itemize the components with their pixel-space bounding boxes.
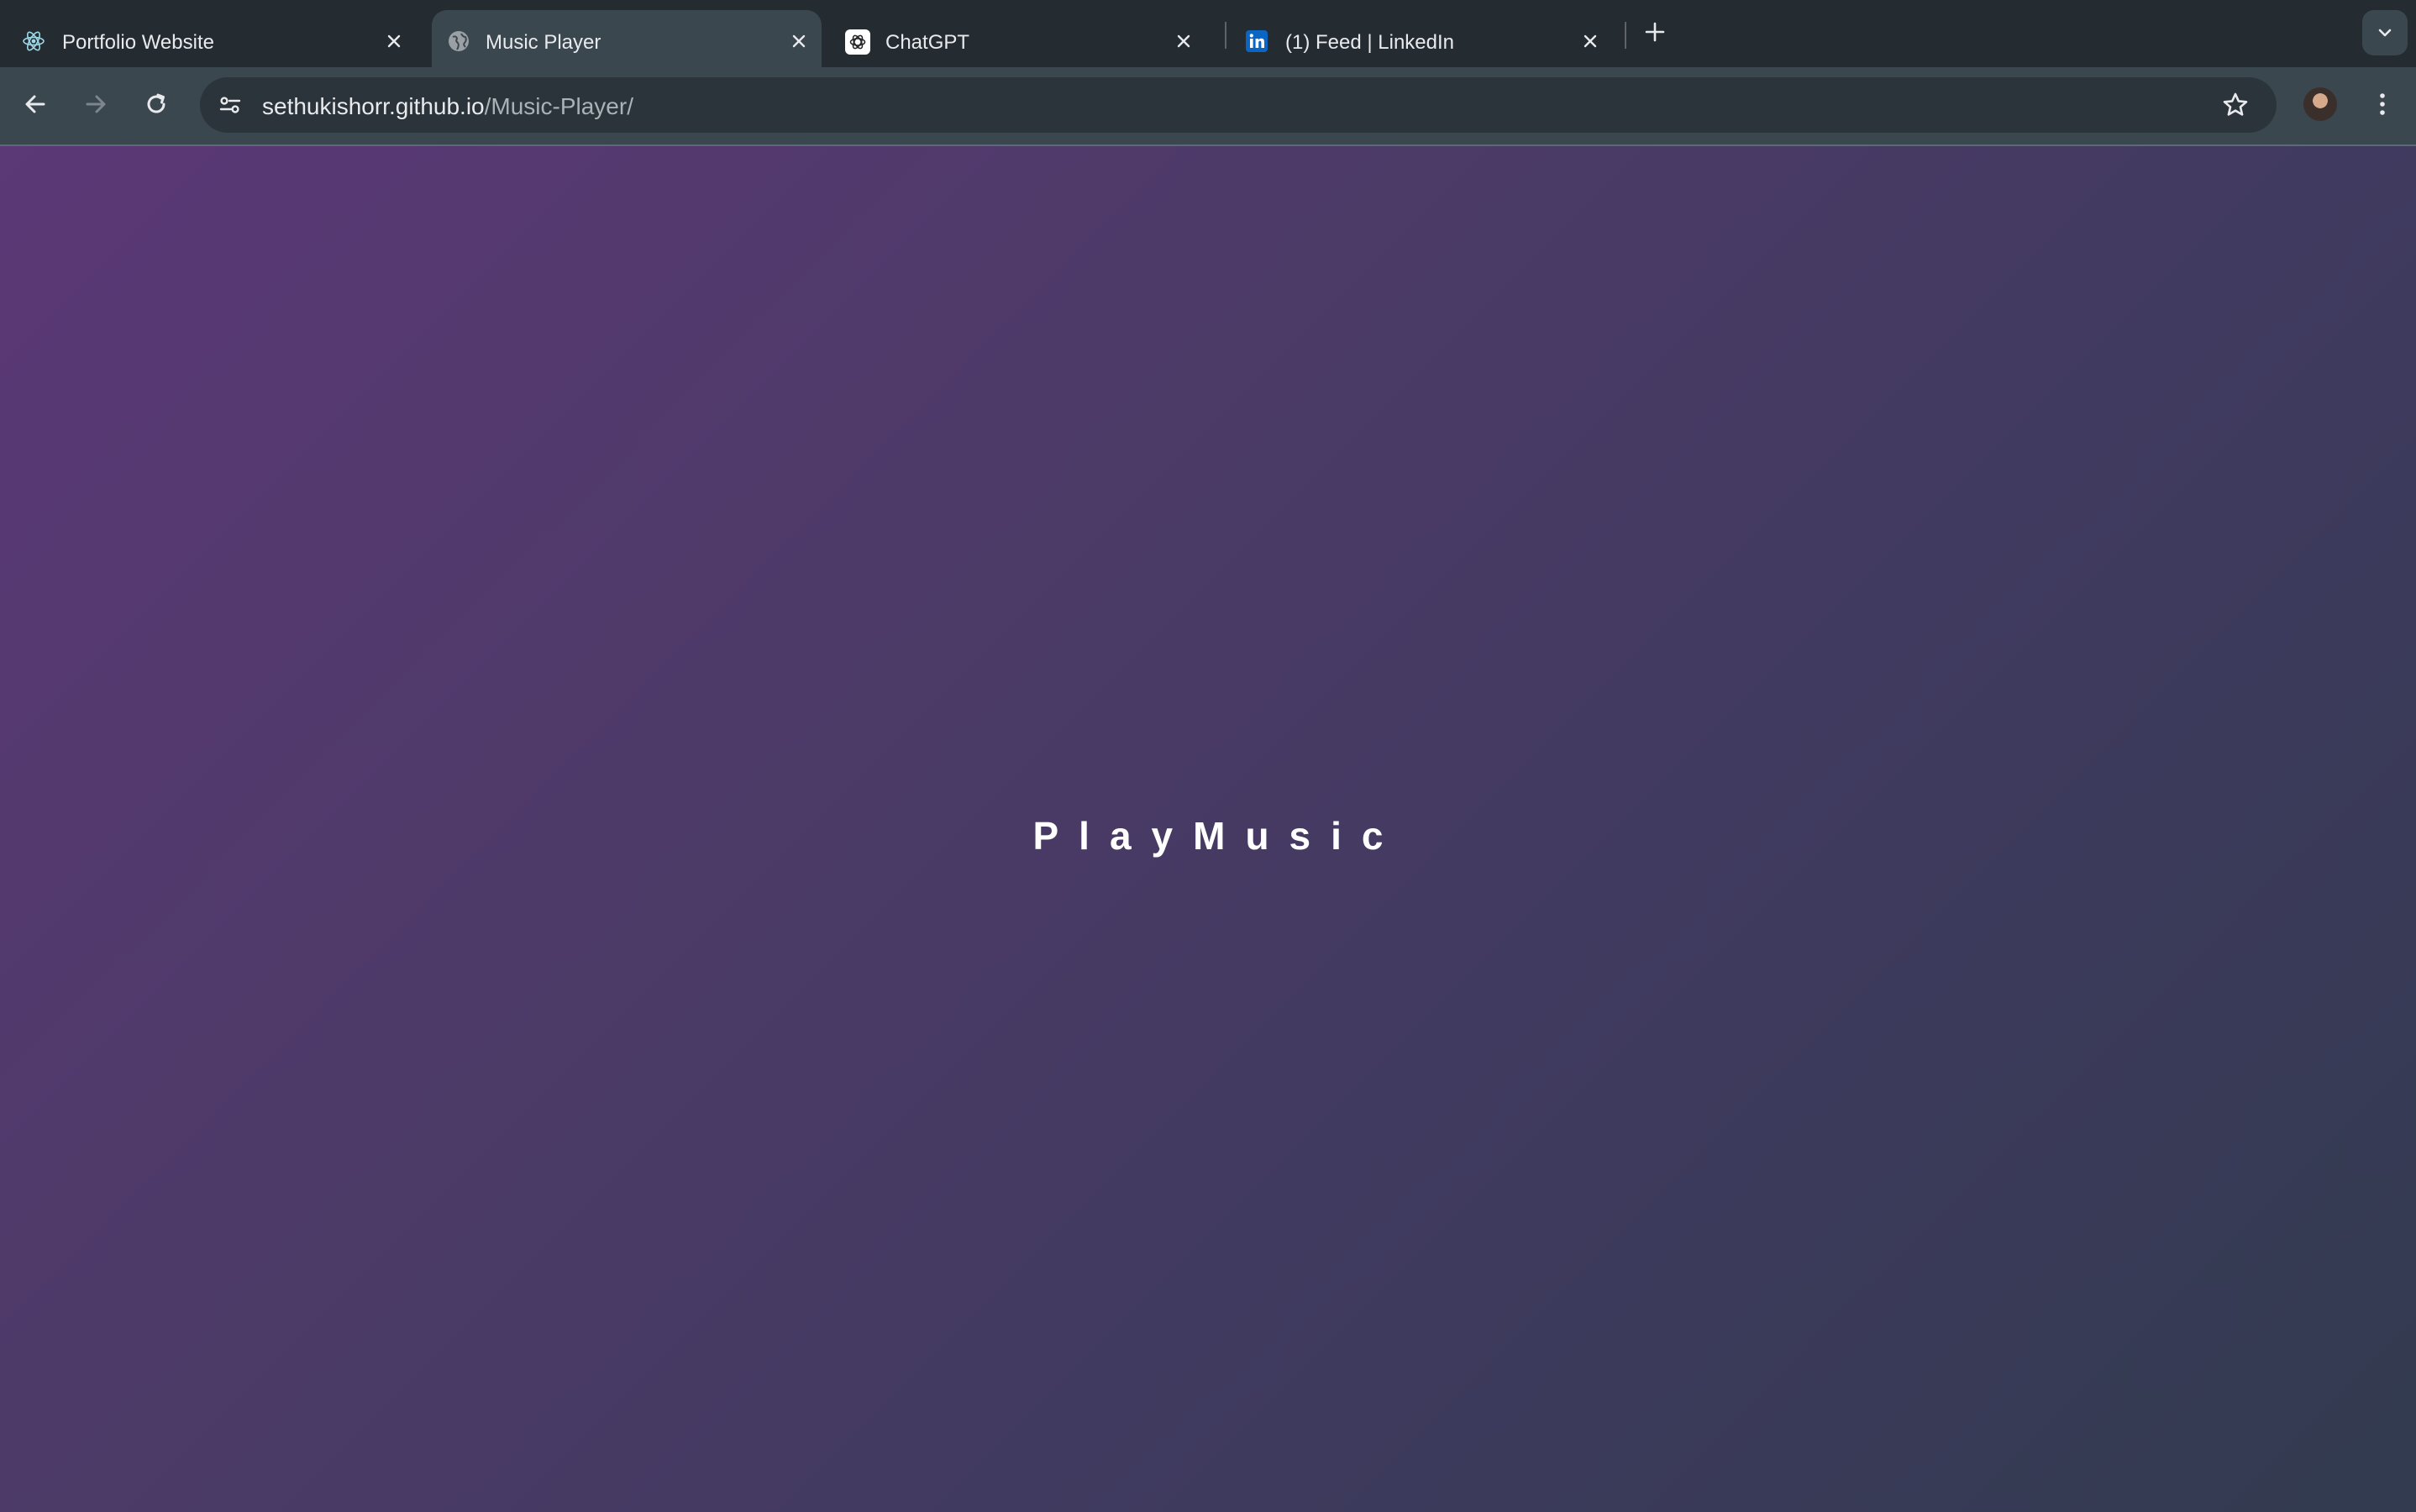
page-viewport: PlayMusic [0,146,2416,1512]
reload-icon [147,93,165,113]
url-text[interactable]: sethukishorr.github.io/Music-Player/ [262,93,633,120]
address-bar[interactable]: sethukishorr.github.io/Music-Player/ [200,77,2277,133]
chatgpt-icon [845,29,870,55]
tab-label: Portfolio Website [62,31,214,54]
browser-window: Portfolio Website Music Player ChatGPT (… [0,0,2416,1512]
url-host: sethukishorr.github.io [262,93,485,119]
url-path: /Music-Player/ [484,93,633,119]
plus-icon [1645,22,1665,42]
tab-label: Music Player [486,31,601,54]
chevron-down-icon [2378,29,2392,37]
close-icon[interactable] [1173,30,1195,52]
new-tab-button[interactable] [1641,18,1668,45]
app-title: PlayMusic [1032,814,1404,858]
tab-label: ChatGPT [885,31,970,54]
tab-search-button[interactable] [2362,10,2408,55]
tab-portfolio-website[interactable]: Portfolio Website [0,10,428,67]
tab-strip: Portfolio Website Music Player ChatGPT (… [0,0,2416,67]
linkedin-icon [1245,29,1268,53]
arrow-left-icon [25,95,45,113]
bookmark-star-icon[interactable] [2219,89,2251,121]
forward-button[interactable] [77,86,114,123]
close-icon[interactable] [1579,30,1601,52]
tab-chatgpt[interactable]: ChatGPT [823,10,1220,67]
close-icon[interactable] [788,30,810,52]
reload-button[interactable] [138,86,175,123]
react-icon [22,29,45,53]
tab-label: (1) Feed | LinkedIn [1285,31,1455,54]
arrow-right-icon [86,95,106,113]
browser-toolbar: sethukishorr.github.io/Music-Player/ [0,67,2416,146]
browser-menu-button[interactable] [2366,87,2399,121]
site-info-icon[interactable] [213,88,247,122]
more-vertical-icon [2380,93,2385,115]
tab-linkedin[interactable]: (1) Feed | LinkedIn [1226,10,1623,67]
back-button[interactable] [17,86,54,123]
globe-icon [447,29,470,53]
profile-avatar[interactable] [2303,87,2337,121]
tab-music-player[interactable]: Music Player [432,10,822,67]
tab-separator [1625,22,1626,49]
close-icon[interactable] [383,30,405,52]
